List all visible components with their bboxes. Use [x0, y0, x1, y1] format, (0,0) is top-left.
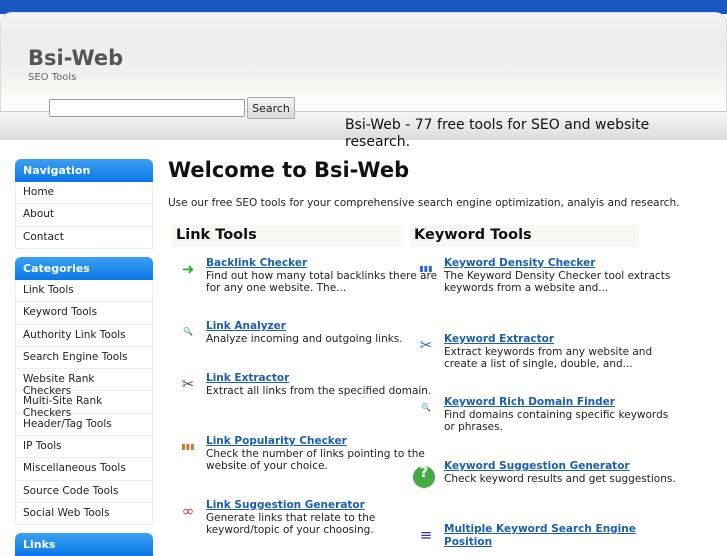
tool-link[interactable]: Link Suggestion Generator	[206, 499, 438, 512]
chain-links-icon[interactable]: ∞	[175, 504, 201, 525]
search-button[interactable]: Search	[247, 97, 295, 119]
domain-magnifier-icon[interactable]: 🔍	[413, 402, 439, 422]
category-item[interactable]: Keyword Tools	[15, 302, 153, 325]
keyword-tools-heading: Keyword Tools	[410, 225, 639, 247]
tool-description: Generate links that relate to the keywor…	[206, 511, 376, 537]
tool-description: Analyze incoming and outgoing links.	[206, 332, 403, 345]
tool-item: ✂ Link Extractor Extract all links from th…	[182, 372, 438, 397]
category-item[interactable]: IP Tools	[15, 436, 153, 459]
tool-item: ✂ Keyword Extractor Extract keywords from …	[420, 333, 676, 371]
category-item[interactable]: Header/Tag Tools	[15, 413, 153, 437]
link-tools-heading: Link Tools	[172, 225, 401, 247]
site-title[interactable]: Bsi-Web	[28, 46, 123, 70]
tool-link[interactable]: Link Extractor	[206, 372, 438, 385]
category-item[interactable]: Miscellaneous Tools	[15, 458, 153, 481]
site-subtitle: SEO Tools	[28, 72, 77, 83]
tool-link[interactable]: Keyword Suggestion Generator	[444, 460, 676, 473]
categories-header: Categories	[15, 257, 153, 280]
tool-link[interactable]: Multiple Keyword Search Engine Position	[444, 523, 676, 548]
tool-item: 🔍 Keyword Rich Domain Finder Find domains …	[421, 396, 676, 434]
word-list-icon[interactable]: ≡	[413, 528, 439, 549]
nav-item-about[interactable]: About	[15, 204, 153, 227]
category-item[interactable]: Search Engine Tools	[15, 346, 153, 370]
intro-text: Use our free SEO tools for your comprehe…	[168, 197, 680, 209]
tool-item: ? Keyword Suggestion Generator Check keywo…	[413, 460, 676, 488]
tool-description: Check the number of links pointing to th…	[206, 447, 425, 473]
backlink-icon[interactable]: ➜	[175, 262, 201, 283]
tool-description: The Keyword Density Checker tool extract…	[444, 269, 671, 295]
keyword-chart-icon[interactable]: ▮▮▮	[413, 263, 439, 283]
tool-link[interactable]: Link Popularity Checker	[206, 435, 438, 448]
scissors-icon[interactable]: ✂	[175, 377, 201, 398]
nav-item-contact[interactable]: Contact	[15, 226, 153, 249]
tool-item: ∞ Link Suggestion Generator Generate links…	[182, 499, 438, 537]
tool-item: ▮▮▮ Link Popularity Checker Check the numb…	[181, 435, 438, 473]
tagline: Bsi-Web - 77 free tools for SEO and webs…	[345, 117, 650, 150]
tool-description: Find out how many total backlinks there …	[206, 269, 438, 295]
tool-description: Extract all links from the specified dom…	[206, 384, 432, 397]
question-icon[interactable]: ?	[413, 465, 435, 488]
category-item[interactable]: Authority Link Tools	[15, 324, 153, 347]
category-item[interactable]: Website Rank Checkers	[15, 369, 153, 397]
tool-link[interactable]: Backlink Checker	[206, 257, 438, 270]
tool-item: ▮▮▮ Keyword Density Checker The Keyword De…	[419, 257, 676, 295]
tool-item: ➜ Backlink Checker Find out how many total…	[182, 257, 438, 295]
tool-link[interactable]: Keyword Extractor	[444, 333, 676, 346]
navigation-header: Navigation	[15, 159, 153, 182]
tool-item: 🔍 Link Analyzer Analyze incoming and outgo…	[183, 320, 438, 345]
tool-description: Find domains containing specific keyword…	[444, 408, 669, 434]
magnifier-icon[interactable]: 🔍	[175, 326, 201, 346]
category-item[interactable]: Source Code Tools	[15, 480, 153, 503]
tool-link[interactable]: Link Analyzer	[206, 320, 438, 333]
tool-description: Check keyword results and get suggestion…	[444, 472, 676, 485]
category-item[interactable]: Social Web Tools	[15, 502, 153, 526]
tool-description: Extract keywords from any website and cr…	[444, 345, 653, 371]
category-item[interactable]: Multi-Site Rank Checkers	[15, 391, 153, 419]
tool-link[interactable]: Keyword Rich Domain Finder	[444, 396, 676, 409]
tool-link[interactable]: Keyword Density Checker	[444, 257, 676, 270]
tool-item: ≡ Multiple Keyword Search Engine Position	[420, 523, 676, 548]
search-input[interactable]	[49, 99, 245, 117]
nav-item-home[interactable]: Home	[15, 182, 153, 205]
keyword-scissors-icon[interactable]: ✂	[413, 338, 439, 359]
bar-chart-icon[interactable]: ▮▮▮	[175, 441, 201, 461]
categories-box: Categories Link Tools Keyword Tools Auth…	[15, 257, 153, 526]
navigation-box: Navigation Home About Contact	[15, 159, 153, 249]
category-item[interactable]: Link Tools	[15, 280, 153, 303]
page-title: Welcome to Bsi-Web	[168, 158, 410, 182]
